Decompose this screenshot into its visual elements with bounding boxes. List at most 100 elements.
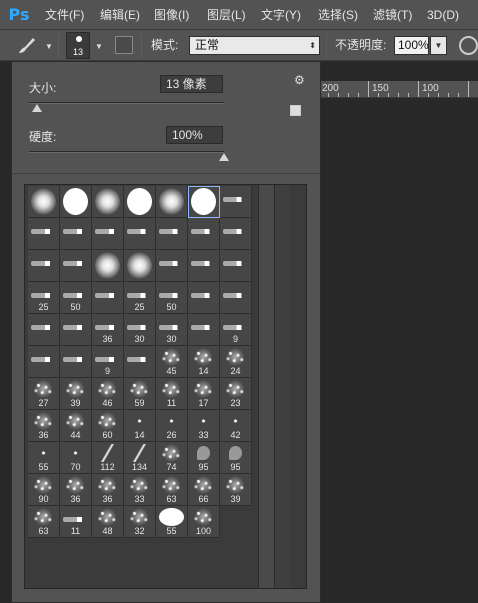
opacity-dropdown-icon[interactable]: ▼ — [430, 36, 447, 55]
brush-preset-item[interactable]: 44 — [60, 410, 92, 442]
brush-preset-item[interactable] — [28, 250, 60, 282]
brush-preset-item[interactable] — [220, 186, 252, 218]
menu-select[interactable]: 选择(S) — [318, 0, 358, 30]
brush-preset-item[interactable]: 9 — [220, 314, 252, 346]
brush-preset-item[interactable]: 95 — [220, 442, 252, 474]
brush-preset-item[interactable] — [92, 282, 124, 314]
brush-preset-item[interactable] — [28, 218, 60, 250]
brush-preset-item[interactable] — [124, 250, 156, 282]
brush-preset-item[interactable]: 27 — [28, 378, 60, 410]
hardness-slider-track[interactable] — [29, 151, 224, 153]
brush-preset-item[interactable] — [124, 218, 156, 250]
brush-preset-item[interactable] — [188, 282, 220, 314]
brush-preset-item[interactable]: 48 — [92, 506, 124, 538]
brush-preset-item[interactable] — [92, 186, 124, 218]
brush-preset-item[interactable]: 33 — [188, 410, 220, 442]
brush-preset-item[interactable] — [60, 218, 92, 250]
brush-preset-item[interactable]: 45 — [156, 346, 188, 378]
brush-preset-item[interactable]: 42 — [220, 410, 252, 442]
brush-preset-item[interactable] — [188, 186, 220, 218]
brush-preset-item[interactable]: 25 — [124, 282, 156, 314]
brush-preset-item[interactable]: 36 — [92, 314, 124, 346]
brush-preset-item[interactable]: 32 — [124, 506, 156, 538]
brush-preset-item[interactable] — [188, 250, 220, 282]
hardness-slider-thumb[interactable] — [219, 153, 229, 161]
brush-preset-item[interactable]: 9 — [92, 346, 124, 378]
brush-preset-item[interactable] — [92, 250, 124, 282]
brush-preset-item[interactable] — [28, 346, 60, 378]
brush-preset-item[interactable] — [220, 218, 252, 250]
brush-preset-item[interactable]: 50 — [60, 282, 92, 314]
brush-preset-item[interactable]: 55 — [156, 506, 188, 538]
brush-preset-item[interactable]: 14 — [124, 410, 156, 442]
brush-preset-item[interactable] — [60, 314, 92, 346]
hardness-input[interactable]: 100% — [166, 126, 223, 144]
brush-preset-item[interactable]: 112 — [92, 442, 124, 474]
brush-preset-item[interactable] — [156, 186, 188, 218]
size-slider-thumb[interactable] — [31, 104, 42, 112]
brush-preset-item[interactable] — [156, 250, 188, 282]
brush-preset-item[interactable]: 66 — [188, 474, 220, 506]
opacity-input[interactable]: 100% — [394, 36, 429, 55]
brush-tool-icon[interactable] — [15, 35, 37, 57]
brush-preset-item[interactable]: 60 — [92, 410, 124, 442]
blend-mode-select[interactable]: 正常 ⬍ — [189, 36, 320, 55]
menu-filter[interactable]: 滤镜(T) — [373, 0, 412, 30]
preset-list-scrollbar[interactable] — [258, 185, 274, 588]
brush-preset-item[interactable]: 14 — [188, 346, 220, 378]
brush-preset-item[interactable]: 11 — [60, 506, 92, 538]
brush-preset-item[interactable]: 11 — [156, 378, 188, 410]
brush-preset-item[interactable] — [124, 346, 156, 378]
brush-preset-item[interactable]: 95 — [188, 442, 220, 474]
menu-file[interactable]: 文件(F) — [45, 0, 84, 30]
brush-preset-item[interactable]: 33 — [124, 474, 156, 506]
brush-preset-item[interactable] — [220, 282, 252, 314]
new-preset-icon[interactable] — [290, 105, 301, 116]
menu-edit[interactable]: 编辑(E) — [100, 0, 140, 30]
brush-preset-item[interactable]: 26 — [156, 410, 188, 442]
brush-preset-item[interactable] — [92, 218, 124, 250]
brush-preset-item[interactable]: 50 — [156, 282, 188, 314]
menu-type[interactable]: 文字(Y) — [261, 0, 301, 30]
brush-preset-item[interactable]: 90 — [28, 474, 60, 506]
brush-preset-item[interactable] — [60, 346, 92, 378]
brush-picker-dropdown-icon[interactable]: ▼ — [95, 42, 103, 51]
brush-preset-item[interactable] — [60, 186, 92, 218]
menu-layer[interactable]: 图层(L) — [207, 0, 246, 30]
tool-preset-dropdown-icon[interactable]: ▼ — [45, 42, 53, 51]
brush-preset-item[interactable] — [220, 250, 252, 282]
brush-preset-item[interactable] — [188, 314, 220, 346]
gear-icon[interactable]: ⚙ — [294, 73, 305, 87]
airbrush-icon[interactable] — [459, 36, 478, 55]
brush-preset-item[interactable]: 70 — [60, 442, 92, 474]
brush-preset-item[interactable]: 100 — [188, 506, 220, 538]
brush-preset-item[interactable] — [28, 314, 60, 346]
menu-3d[interactable]: 3D(D) — [427, 0, 459, 30]
menu-image[interactable]: 图像(I) — [154, 0, 189, 30]
brush-preset-item[interactable]: 39 — [60, 378, 92, 410]
brush-preset-item[interactable] — [188, 218, 220, 250]
brush-preset-item[interactable] — [28, 186, 60, 218]
brush-preset-item[interactable]: 36 — [28, 410, 60, 442]
brush-preset-item[interactable] — [60, 250, 92, 282]
brush-preset-item[interactable]: 23 — [220, 378, 252, 410]
brush-preset-item[interactable]: 63 — [156, 474, 188, 506]
brush-preset-item[interactable] — [156, 218, 188, 250]
brush-preset-item[interactable]: 36 — [92, 474, 124, 506]
brush-preset-item[interactable]: 63 — [28, 506, 60, 538]
brush-preset-item[interactable]: 30 — [156, 314, 188, 346]
brush-preset-item[interactable]: 30 — [124, 314, 156, 346]
brush-preset-picker-button[interactable]: 13 — [66, 32, 90, 59]
brush-preset-item[interactable]: 74 — [156, 442, 188, 474]
brush-preset-item[interactable]: 17 — [188, 378, 220, 410]
brush-preset-item[interactable]: 24 — [220, 346, 252, 378]
brush-preset-item[interactable]: 39 — [220, 474, 252, 506]
size-slider-track[interactable] — [29, 102, 224, 104]
brush-panel-toggle-icon[interactable] — [115, 36, 133, 54]
brush-preset-item[interactable]: 25 — [28, 282, 60, 314]
brush-preset-item[interactable]: 36 — [60, 474, 92, 506]
size-input[interactable]: 13 像素 — [160, 75, 223, 93]
brush-preset-item[interactable]: 55 — [28, 442, 60, 474]
brush-preset-item[interactable]: 134 — [124, 442, 156, 474]
brush-preset-item[interactable]: 59 — [124, 378, 156, 410]
